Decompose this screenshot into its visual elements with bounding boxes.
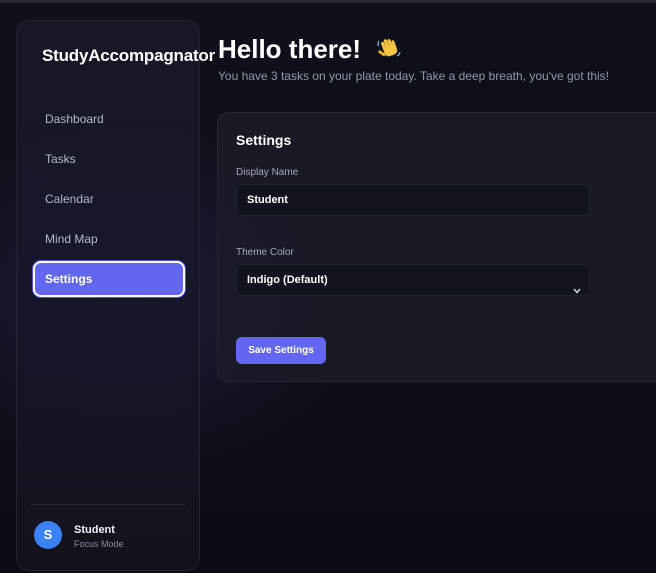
sidebar: StudyAccompagnator Dashboard Tasks Calen…	[16, 20, 215, 571]
waving-hand-icon	[376, 35, 402, 68]
sidebar-item-tasks[interactable]: Tasks	[33, 141, 185, 177]
page-title: Hello there!	[218, 34, 402, 68]
sidebar-nav: Dashboard Tasks Calendar Mind Map Settin…	[33, 101, 185, 301]
sidebar-item-calendar[interactable]: Calendar	[33, 181, 185, 217]
settings-card: Settings Display Name Student Theme Colo…	[217, 112, 656, 382]
app-window: StudyAccompagnator Dashboard Tasks Calen…	[0, 0, 656, 573]
sidebar-item-dashboard[interactable]: Dashboard	[33, 101, 185, 137]
window-top-edge	[0, 0, 656, 3]
avatar[interactable]: S	[34, 521, 62, 549]
sidebar-item-mind-map[interactable]: Mind Map	[33, 221, 185, 257]
page-subtitle: You have 3 tasks on your plate today. Ta…	[218, 69, 610, 83]
sidebar-item-label: Settings	[45, 272, 93, 286]
chevron-down-icon	[573, 276, 581, 306]
theme-color-select[interactable]: Indigo (Default)	[236, 264, 590, 296]
display-name-label: Display Name	[236, 167, 299, 178]
sidebar-item-settings[interactable]: Settings	[33, 261, 185, 297]
user-mode: Focus Mode	[74, 539, 124, 549]
display-name-value: Student	[247, 194, 288, 206]
brand-logo-text: StudyAccompagnator	[42, 46, 216, 65]
sidebar-item-label: Mind Map	[45, 232, 98, 246]
settings-title: Settings	[236, 132, 292, 148]
display-name-field[interactable]: Student	[236, 184, 590, 216]
theme-color-value: Indigo (Default)	[247, 274, 328, 286]
sidebar-item-label: Tasks	[45, 152, 76, 166]
theme-color-label: Theme Color	[236, 247, 294, 258]
save-settings-button[interactable]: Save Settings	[236, 337, 326, 364]
user-divider	[31, 504, 185, 505]
greeting-text: Hello there!	[218, 34, 362, 64]
sidebar-item-label: Dashboard	[45, 112, 104, 126]
user-name: Student	[74, 524, 115, 536]
sidebar-item-label: Calendar	[45, 192, 94, 206]
